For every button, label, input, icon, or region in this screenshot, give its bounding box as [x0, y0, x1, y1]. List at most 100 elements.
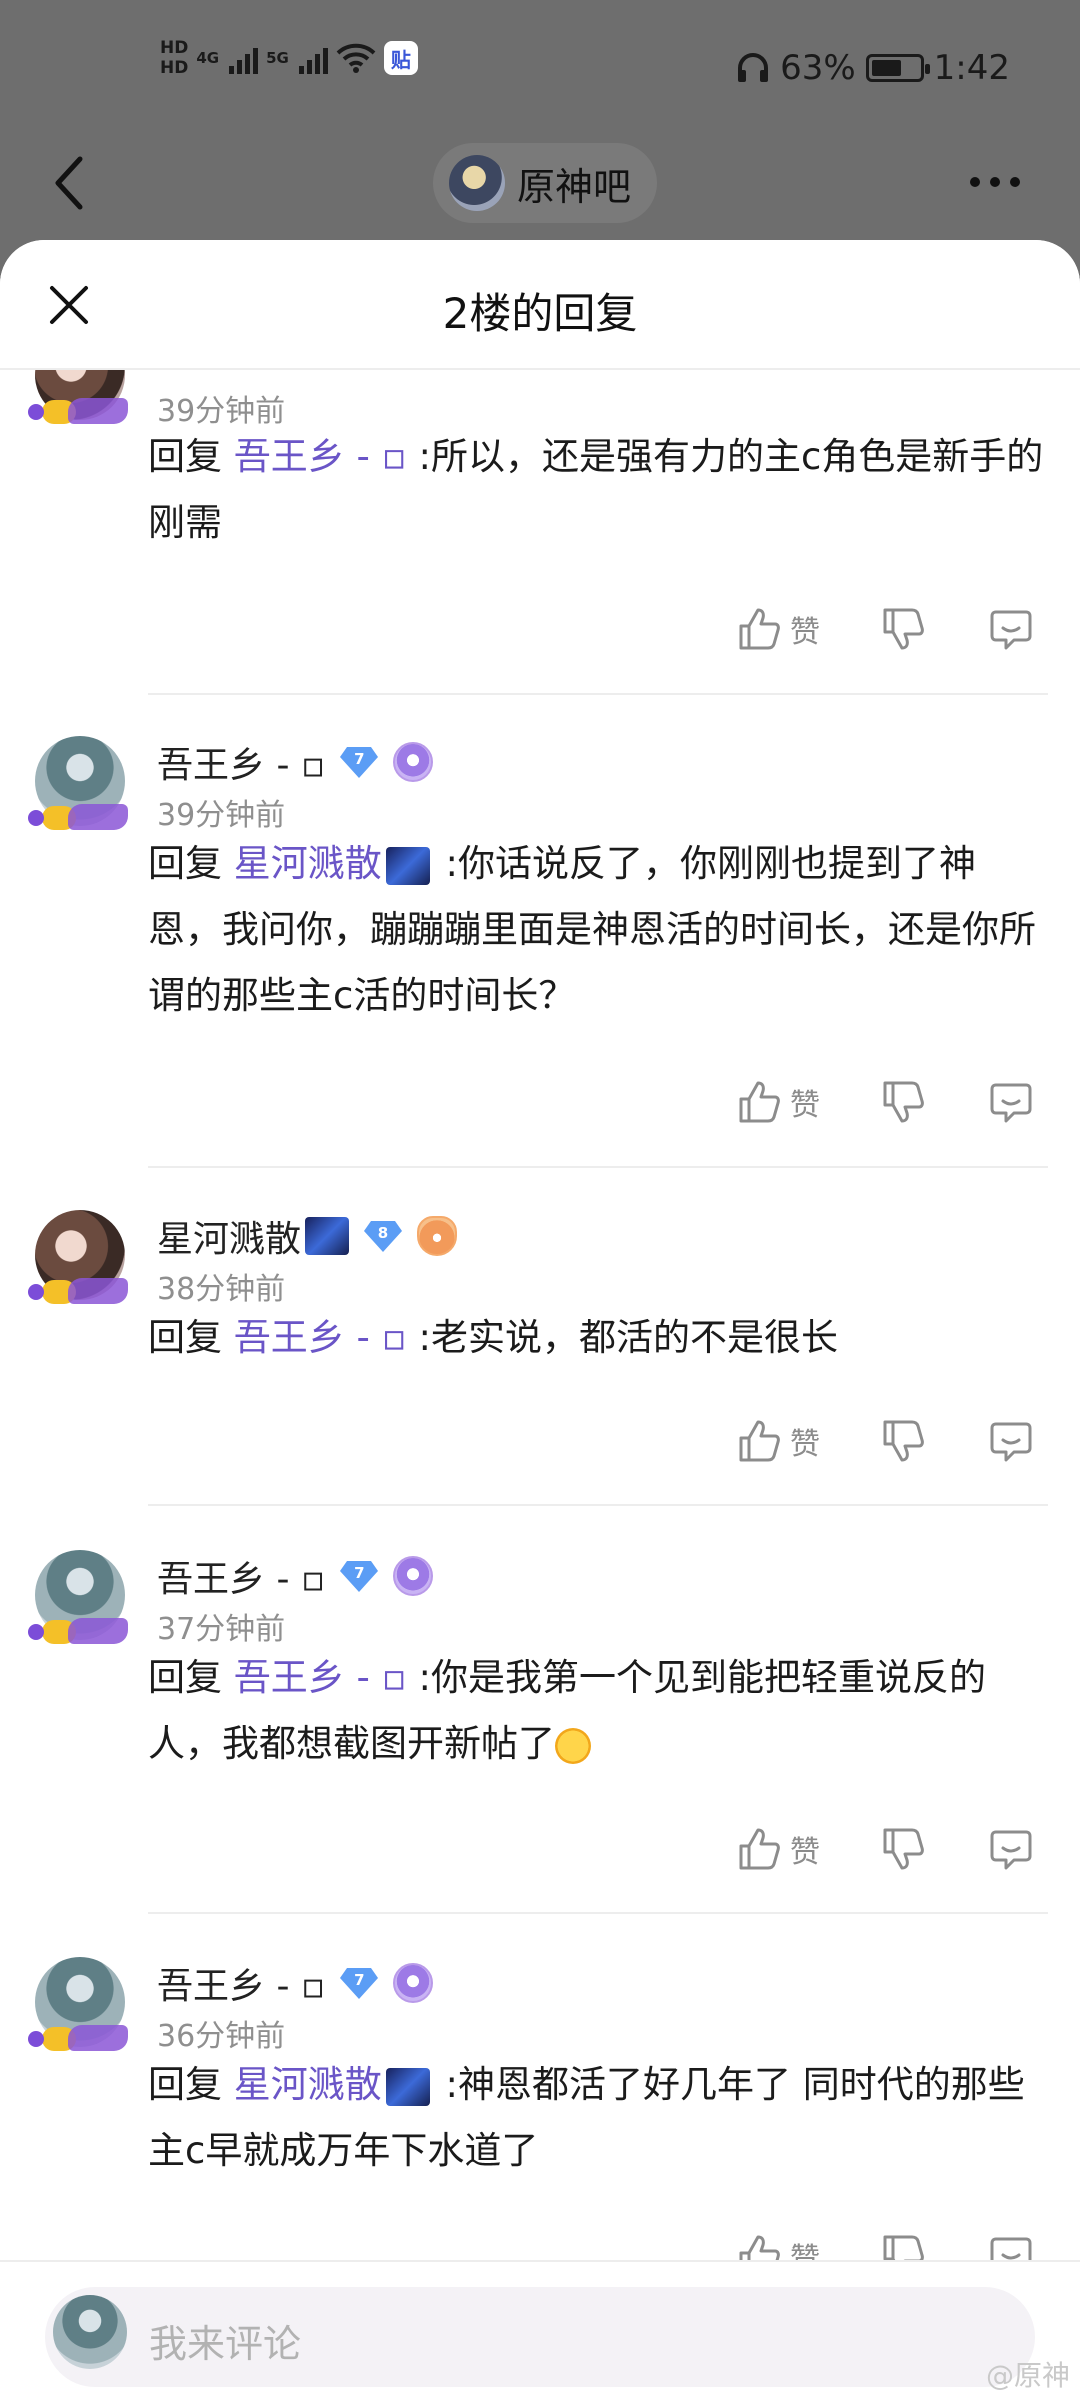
thumbs-down-icon: [883, 1828, 924, 1870]
comment-bubble-icon: [990, 2237, 1032, 2260]
reply-sheet: 2楼的回复 39分钟前 回复 吾王乡 - ▫ :所以，还是强有力的主c角色是新手…: [0, 240, 1080, 2400]
medal-icon: [393, 1556, 434, 1596]
level-badge-icon: 7: [339, 1559, 379, 1593]
comment-input-bar: 我来评论 @原神: [0, 2260, 1080, 2400]
medal-icon: [393, 1963, 434, 2003]
divider: [148, 1912, 1048, 1914]
thumbs-up-icon: [739, 1081, 780, 1123]
dislike-button[interactable]: [880, 2233, 926, 2260]
like-button[interactable]: 赞: [736, 1826, 820, 1872]
network-5g-label: 5G: [266, 49, 289, 67]
level-number: 7: [354, 1971, 365, 1989]
comment-list[interactable]: 39分钟前 回复 吾王乡 - ▫ :所以，还是强有力的主c角色是新手的刚需 赞: [0, 370, 1080, 2260]
reply-button[interactable]: [988, 1418, 1034, 1464]
battery-icon: [865, 54, 930, 82]
like-button[interactable]: 赞: [736, 606, 820, 652]
comment-body[interactable]: 回复 星河溅散 :神恩都活了好几年了 同时代的那些主c早就成万年下水道了: [148, 2052, 1048, 2184]
thumbs-down-icon: [883, 2235, 924, 2260]
divider: [148, 1166, 1048, 1168]
like-label: 赞: [790, 1835, 820, 1870]
status-left: HD HD 4G 5G 贴: [160, 38, 418, 78]
avatar-badge-icon: [28, 800, 128, 834]
my-avatar: [53, 2295, 127, 2369]
avatar-badge-icon: [28, 2021, 128, 2055]
divider: [148, 1504, 1048, 1506]
signal-icon: [298, 42, 328, 74]
like-button[interactable]: 赞: [736, 1418, 820, 1464]
comment-body[interactable]: 回复 吾王乡 - ▫ :老实说，都活的不是很长: [148, 1305, 1048, 1371]
comment-bubble-icon: [990, 610, 1032, 650]
reply-prefix: 回复: [148, 435, 222, 478]
mention-link[interactable]: 吾王乡 - ▫: [234, 435, 407, 478]
username[interactable]: 吾王乡 - ▫: [157, 736, 325, 788]
dislike-button[interactable]: [880, 606, 926, 652]
reply-button[interactable]: [988, 2233, 1034, 2260]
comment-body[interactable]: 回复 星河溅散 :你话说反了，你刚刚也提到了神恩，我问你，蹦蹦蹦里面是神恩活的时…: [148, 831, 1048, 1029]
comment-body[interactable]: 回复 吾王乡 - ▫ :所以，还是强有力的主c角色是新手的刚需: [148, 424, 1048, 556]
thumbs-up-icon: [739, 2235, 780, 2260]
status-bar: HD HD 4G 5G 贴 63% 1:42: [0, 0, 1080, 135]
galaxy-emoji-icon: [385, 2067, 430, 2106]
reply-button[interactable]: [988, 1079, 1034, 1125]
forum-name: 原神吧: [517, 164, 632, 209]
like-button[interactable]: 赞: [736, 1079, 820, 1125]
mention-link[interactable]: 星河溅散: [234, 2063, 382, 2106]
like-label: 赞: [790, 1088, 820, 1123]
avatar-badge-icon: [28, 394, 128, 428]
comment-time: 36分钟前: [157, 2019, 286, 2054]
thumbs-down-icon: [883, 1081, 924, 1123]
comment-input[interactable]: 我来评论: [45, 2287, 1035, 2387]
comment-text: :老实说，都活的不是很长: [418, 1316, 838, 1359]
comment-actions: 赞: [0, 2233, 1080, 2260]
username[interactable]: 吾王乡 - ▫: [157, 1550, 325, 1602]
hd-indicator: HD HD: [160, 38, 188, 78]
headphones-icon: [738, 53, 769, 82]
back-arrow-icon[interactable]: [50, 153, 86, 213]
reply-prefix: 回复: [148, 2063, 222, 2106]
comment-bubble-icon: [990, 1830, 1032, 1870]
dislike-button[interactable]: [880, 1418, 926, 1464]
username[interactable]: 星河溅散: [157, 1210, 301, 1262]
mention-link[interactable]: 星河溅散: [234, 842, 382, 885]
comment-actions: 赞: [0, 606, 1080, 666]
like-button[interactable]: 赞: [736, 2233, 820, 2260]
avatar-badge-icon: [28, 1274, 128, 1308]
thumbs-up-icon: [739, 1420, 780, 1462]
reply-prefix: 回复: [148, 1656, 222, 1699]
dislike-button[interactable]: [880, 1826, 926, 1872]
divider: [148, 693, 1048, 695]
battery-percent: 63%: [780, 48, 856, 88]
forum-avatar: [449, 155, 505, 211]
thumbs-up-icon: [739, 1828, 780, 1870]
nav-bar: 原神吧: [0, 135, 1080, 240]
comment-bubble-icon: [990, 1422, 1032, 1462]
level-badge-icon: 7: [339, 1966, 379, 2000]
more-options-icon[interactable]: [970, 177, 1020, 187]
signal-icon: [229, 42, 259, 74]
comment-time: 37分钟前: [157, 1612, 286, 1647]
forum-title-pill[interactable]: 原神吧: [433, 143, 658, 223]
mention-link[interactable]: 吾王乡 - ▫: [234, 1316, 407, 1359]
game-controller-medal-icon: [417, 1216, 458, 1256]
sheet-header: 2楼的回复: [0, 240, 1080, 370]
sheet-title: 2楼的回复: [442, 289, 638, 338]
galaxy-emoji-icon: [305, 1217, 350, 1255]
status-right: 63% 1:42: [736, 48, 1010, 88]
like-label: 赞: [790, 1427, 820, 1462]
reply-button[interactable]: [988, 606, 1034, 652]
thumbs-down-icon: [883, 1420, 924, 1462]
mention-link[interactable]: 吾王乡 - ▫: [234, 1656, 407, 1699]
comment-time: 38分钟前: [157, 1272, 286, 1307]
emoji-icon: [555, 1727, 591, 1764]
hd1-label: HD: [160, 38, 189, 58]
medal-icon: [393, 742, 434, 782]
username[interactable]: 吾王乡 - ▫: [157, 1957, 325, 2009]
comment-actions: 赞: [0, 1418, 1080, 1478]
wifi-icon: [336, 43, 376, 73]
reply-button[interactable]: [988, 1826, 1034, 1872]
galaxy-emoji-icon: [385, 846, 430, 885]
comment-body[interactable]: 回复 吾王乡 - ▫ :你是我第一个见到能把轻重说反的人，我都想截图开新帖了: [148, 1645, 1048, 1777]
dislike-button[interactable]: [880, 1079, 926, 1125]
level-number: 7: [354, 750, 365, 768]
comment-input-placeholder: 我来评论: [149, 2322, 302, 2366]
